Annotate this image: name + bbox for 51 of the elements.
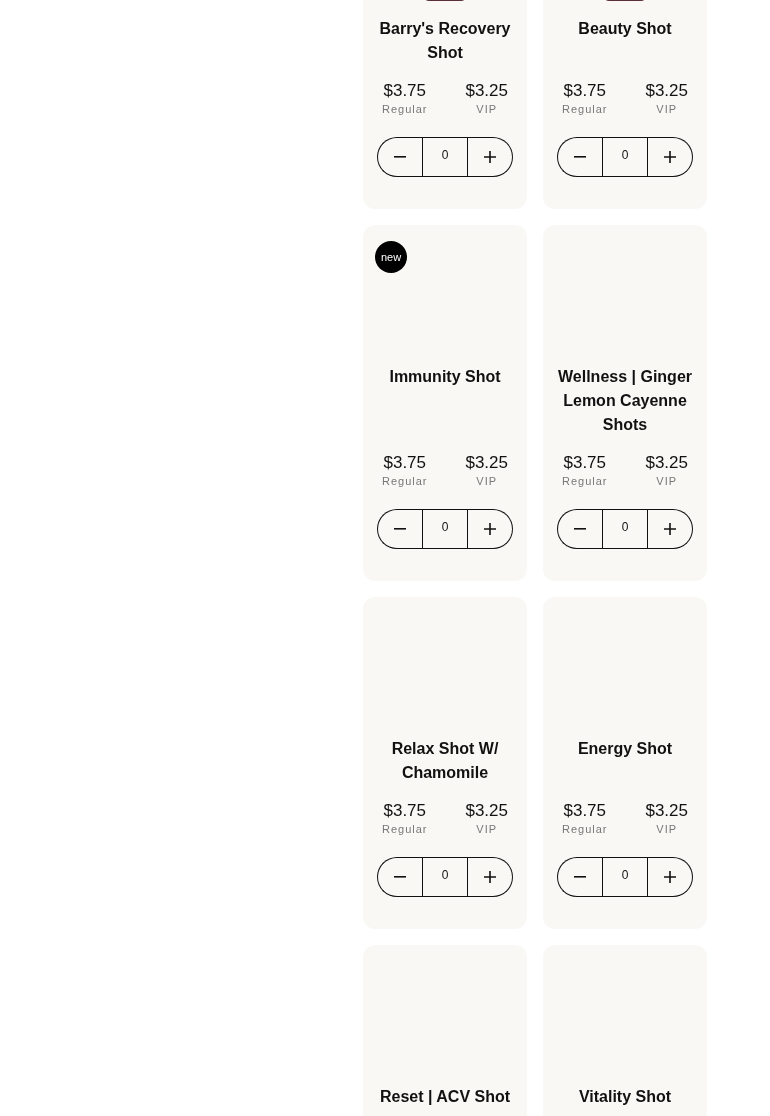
quantity-field[interactable]: 0 [422, 857, 468, 897]
price-label: VIP [476, 102, 498, 117]
price: $3.75 [563, 453, 607, 473]
new-badge: new [375, 241, 407, 273]
minus-icon [574, 528, 586, 530]
price-label: Regular [562, 474, 608, 489]
minus-icon [394, 528, 406, 530]
price-label: Regular [382, 822, 428, 837]
price-label: Regular [382, 474, 428, 489]
price-label: VIP [656, 102, 678, 117]
product-title: Vitality Shot [577, 1087, 673, 1107]
plus-icon [664, 151, 676, 163]
price: $3.75 [383, 801, 427, 821]
price: $3.25 [465, 453, 508, 473]
product-title: Reset | ACV Shot [378, 1087, 512, 1107]
price: $3.25 [465, 81, 508, 101]
product-title: Barry's Recovery Shot [378, 19, 512, 63]
price-label: Regular [562, 822, 608, 837]
price-label: VIP [476, 474, 498, 489]
product-title: Relax Shot W/ Chamomile [390, 739, 500, 783]
price: $3.25 [465, 801, 508, 821]
price-label: VIP [656, 474, 678, 489]
price: $3.75 [383, 81, 427, 101]
plus-icon [484, 151, 496, 163]
minus-icon [574, 156, 586, 158]
product-title: Beauty Shot [577, 19, 673, 39]
product-title: Immunity Shot [388, 367, 502, 387]
quantity-field[interactable]: 0 [602, 509, 648, 549]
price-label: VIP [476, 822, 498, 837]
quantity-field[interactable]: 0 [422, 137, 468, 177]
price: $3.25 [645, 81, 688, 101]
quantity-field[interactable]: 0 [602, 137, 648, 177]
plus-icon [664, 871, 676, 883]
price-label: Regular [562, 102, 608, 117]
price: $3.75 [563, 81, 607, 101]
plus-icon [484, 523, 496, 535]
quantity-field[interactable]: 0 [602, 857, 648, 897]
plus-icon [484, 871, 496, 883]
minus-icon [394, 156, 406, 158]
product-title: Energy Shot [576, 739, 674, 759]
plus-icon [664, 523, 676, 535]
price: $3.75 [563, 801, 607, 821]
minus-icon [394, 876, 406, 878]
price-label: VIP [656, 822, 678, 837]
price: $3.25 [645, 453, 688, 473]
price: $3.75 [383, 453, 427, 473]
quantity-field[interactable]: 0 [422, 509, 468, 549]
price: $3.25 [645, 801, 688, 821]
product-title: Wellness | Ginger Lemon Cayenne Shots [557, 367, 693, 435]
minus-icon [574, 876, 586, 878]
price-label: Regular [382, 102, 428, 117]
